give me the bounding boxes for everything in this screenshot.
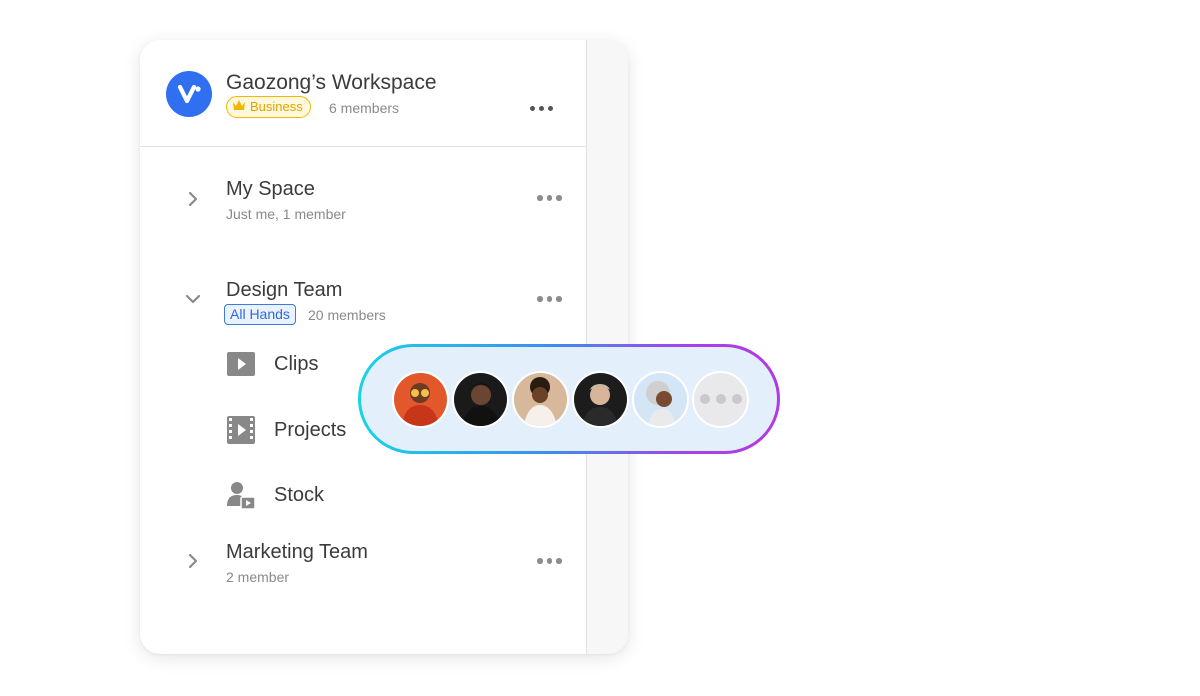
members-avatar-popover [358, 344, 780, 454]
member-avatar[interactable] [632, 370, 689, 428]
sidebar-item-projects[interactable]: Projects [226, 415, 346, 445]
business-plan-badge: Business [226, 96, 311, 118]
workspace-more-icon[interactable] [530, 106, 553, 111]
design-team-more-icon[interactable] [537, 296, 562, 302]
sidebar-item-label: Stock [274, 483, 325, 506]
sidebar-item-stock[interactable]: Stock [226, 480, 324, 510]
play-box-icon [226, 349, 256, 379]
business-badge-label: Business [250, 99, 303, 114]
my-space-more-icon[interactable] [537, 195, 562, 201]
member-avatar[interactable] [512, 370, 569, 428]
group-subtitle: 20 members [308, 307, 386, 323]
film-strip-icon [226, 415, 256, 445]
chevron-down-icon[interactable] [184, 290, 202, 308]
sidebar-item-label: Projects [274, 418, 347, 441]
member-avatar[interactable] [572, 370, 629, 428]
all-hands-badge: All Hands [224, 304, 296, 325]
workspace-name: Gaozong’s Workspace [226, 71, 437, 94]
person-video-icon [226, 480, 256, 510]
workspace-header[interactable]: Gaozong’s Workspace Business 6 members [140, 40, 586, 147]
workspace-member-count: 6 members [329, 100, 400, 116]
member-avatar[interactable] [392, 370, 449, 428]
chevron-right-icon[interactable] [184, 190, 202, 208]
sidebar-item-clips[interactable]: Clips [226, 349, 318, 379]
sidebar-item-label: Clips [274, 352, 319, 375]
group-title: My Space [226, 178, 315, 200]
group-subtitle: Just me, 1 member [226, 206, 346, 222]
group-title: Marketing Team [226, 541, 368, 563]
more-members-icon[interactable] [692, 370, 749, 428]
marketing-team-more-icon[interactable] [537, 558, 562, 564]
member-avatar[interactable] [452, 370, 509, 428]
group-subtitle: 2 member [226, 569, 290, 585]
crown-icon [232, 97, 246, 117]
vidio-logo-icon [166, 71, 212, 117]
chevron-right-icon[interactable] [184, 552, 202, 570]
avatar-list [361, 347, 777, 451]
group-title: Design Team [226, 279, 343, 301]
